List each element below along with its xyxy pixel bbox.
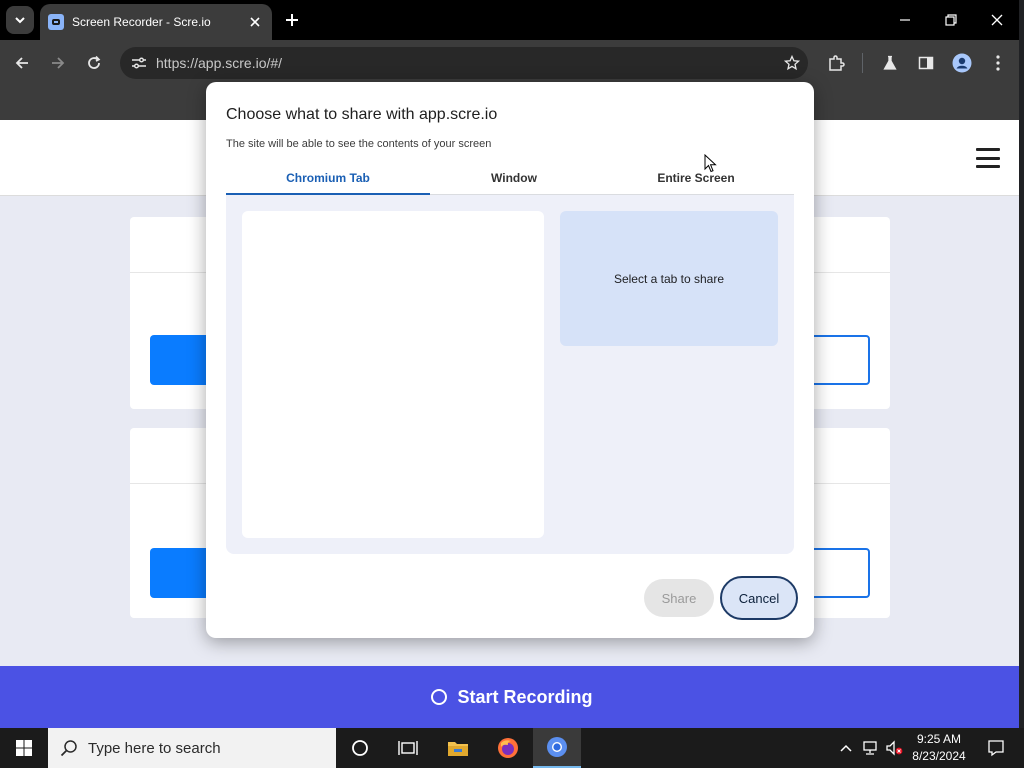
restore-icon[interactable] [934, 6, 968, 34]
taskbar-clock[interactable]: 9:25 AM 8/23/2024 [904, 731, 974, 765]
labs-flask-icon[interactable] [876, 49, 904, 77]
file-explorer-icon[interactable] [434, 728, 482, 768]
mouse-cursor-icon [704, 154, 717, 173]
toolbar-divider [862, 53, 863, 73]
clock-time: 9:25 AM [916, 732, 962, 746]
hamburger-menu-icon[interactable] [976, 146, 1000, 170]
extensions-puzzle-icon[interactable] [822, 49, 850, 77]
share-button[interactable]: Share [644, 579, 714, 617]
address-bar[interactable]: https://app.scre.io/#/ [120, 47, 808, 79]
site-info-icon[interactable] [124, 56, 154, 70]
browser-toolbar: https://app.scre.io/#/ [0, 40, 1024, 86]
forward-arrow-icon[interactable] [44, 49, 72, 77]
more-menu-icon[interactable] [984, 49, 1012, 77]
network-icon[interactable] [860, 738, 880, 758]
browser-tabstrip: Screen Recorder - Scre.io [0, 0, 1024, 40]
share-source-panel: Select a tab to share [226, 195, 794, 554]
dialog-subtitle: The site will be able to see the content… [226, 138, 492, 150]
cancel-button[interactable]: Cancel [720, 576, 798, 620]
taskbar-search-box[interactable]: Type here to search [48, 728, 336, 768]
search-placeholder: Type here to search [88, 739, 221, 757]
clock-date: 8/23/2024 [912, 749, 966, 763]
record-circle-icon [431, 689, 448, 705]
start-recording-button[interactable]: Start Recording [0, 666, 1024, 728]
windows-start-icon[interactable] [0, 728, 48, 768]
bookmark-star-icon[interactable] [776, 55, 808, 71]
share-preview: Select a tab to share [560, 211, 778, 346]
reload-icon[interactable] [80, 49, 108, 77]
close-window-icon[interactable] [980, 6, 1014, 34]
profile-avatar-icon[interactable] [948, 49, 976, 77]
tab-close-icon[interactable] [246, 13, 264, 31]
dialog-title: Choose what to share with app.scre.io [226, 106, 498, 123]
volume-muted-icon[interactable] [884, 738, 904, 758]
browser-tab[interactable]: Screen Recorder - Scre.io [40, 4, 272, 40]
tab-title: Screen Recorder - Scre.io [72, 15, 211, 29]
back-arrow-icon[interactable] [8, 49, 36, 77]
tab-search-button[interactable] [6, 6, 34, 34]
firefox-icon[interactable] [484, 728, 532, 768]
tab-entire-screen[interactable]: Entire Screen [598, 168, 794, 195]
chevron-down-icon [15, 17, 25, 24]
url-text[interactable]: https://app.scre.io/#/ [156, 55, 776, 71]
tab-chromium-tab[interactable]: Chromium Tab [226, 168, 430, 195]
chevron-up-icon[interactable] [836, 738, 856, 758]
screen-recorder-favicon-icon [48, 14, 64, 30]
start-recording-label: Start Recording [457, 686, 593, 707]
side-panel-icon[interactable] [912, 49, 940, 77]
task-view-icon[interactable] [384, 728, 432, 768]
new-tab-plus-icon[interactable] [280, 8, 304, 32]
windows-taskbar: Type here to search 9:25 AM 8/23/2024 [0, 728, 1024, 768]
notification-center-icon[interactable] [976, 728, 1016, 768]
minimize-icon[interactable] [888, 6, 922, 34]
preview-message: Select a tab to share [613, 271, 725, 286]
window-edge [1019, 0, 1024, 728]
search-icon [60, 740, 77, 757]
cortana-circle-icon[interactable] [336, 728, 384, 768]
chromium-icon[interactable] [533, 728, 581, 768]
tab-window[interactable]: Window [430, 168, 598, 195]
screen-share-dialog: Choose what to share with app.scre.io Th… [206, 82, 814, 638]
tab-source-list[interactable] [242, 211, 544, 538]
